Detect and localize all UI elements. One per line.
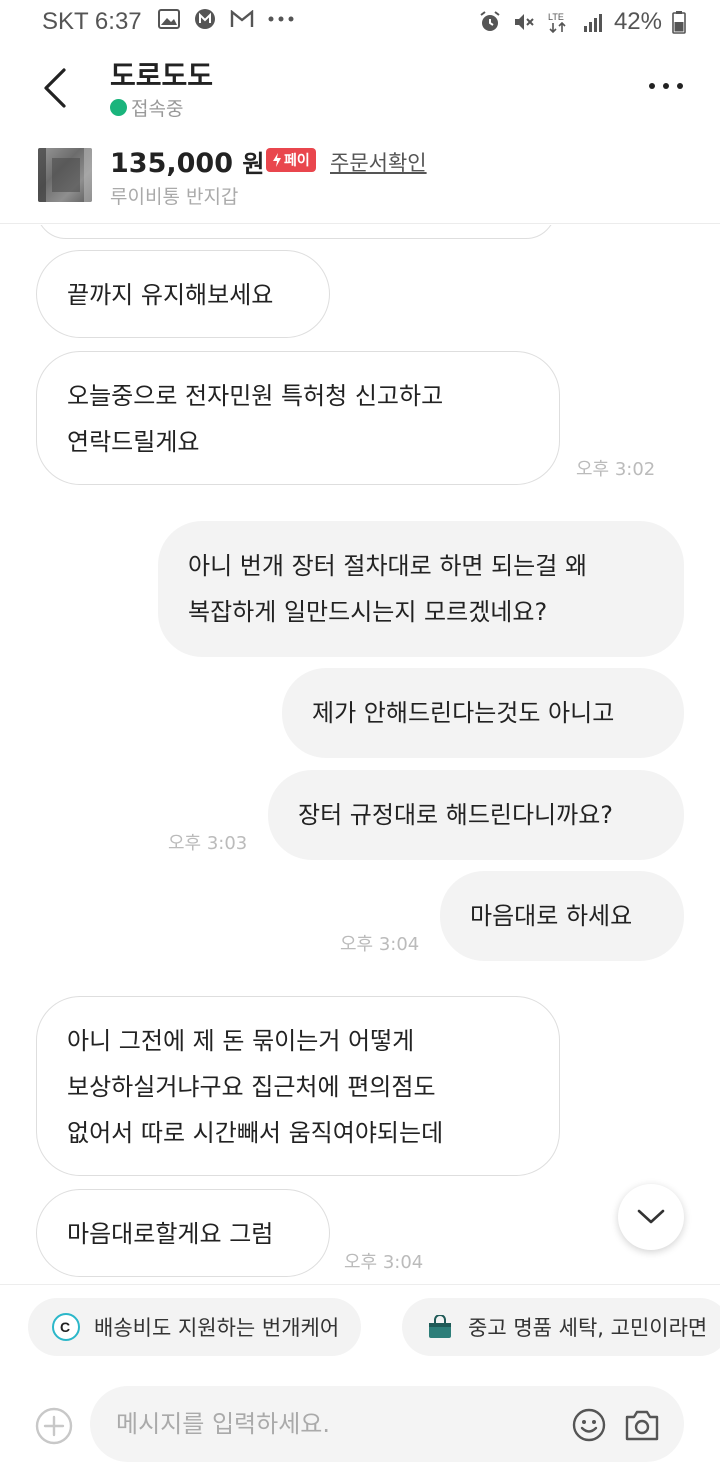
message-text: 없어서 따로 시간빼서 움직여야되는데	[67, 1119, 444, 1147]
product-name: 루이비통 반지갑	[110, 186, 239, 208]
camera-icon	[625, 1410, 659, 1441]
chat-message-list[interactable]: 끝까지 유지해보세요 오늘중으로 전자민원 특허청 신고하고 연락드릴게요 오후…	[0, 225, 720, 1285]
chat-partner-name[interactable]: 도로도도	[110, 54, 213, 94]
message-time: 오후 3:02	[576, 459, 656, 480]
message-bubble-received[interactable]: 아니 그전에 제 돈 묶이는거 어떻게 보상하실거냐구요 집근처에 편의점도 없…	[36, 996, 560, 1176]
svg-text:LTE: LTE	[548, 12, 564, 22]
status-right-icons: LTE 42%	[478, 8, 686, 36]
message-text: 복잡하게 일만드시는지 모르겠네요?	[188, 598, 548, 626]
chip-bungae-care[interactable]: C 배송비도 지원하는 번개케어	[28, 1298, 362, 1356]
price-value: 135,000	[110, 148, 233, 179]
status-left-icons	[158, 8, 294, 30]
signal-icon	[583, 14, 602, 32]
message-bubble-sent[interactable]: 마음대로 하세요	[440, 871, 684, 961]
message-bubble-received[interactable]: 마음대로할게요 그럼	[36, 1189, 330, 1277]
battery-label: 42%	[613, 8, 662, 35]
message-input[interactable]	[116, 1386, 556, 1462]
message-bubble-sent[interactable]: 제가 안해드린다는것도 아니고	[282, 668, 684, 758]
message-text: 아니 그전에 제 돈 묶이는거 어떻게	[67, 1027, 415, 1055]
pay-badge: 페이	[266, 148, 316, 172]
message-bubble-sent[interactable]: 장터 규정대로 해드린다니까요?	[268, 770, 684, 860]
message-bubble-sent[interactable]: 아니 번개 장터 절차대로 하면 되는걸 왜 복잡하게 일만드시는지 모르겠네요…	[158, 521, 684, 657]
chevron-left-icon	[44, 68, 66, 108]
lte-signal-icon: LTE	[548, 12, 566, 34]
message-text: 마음대로 하세요	[470, 902, 633, 930]
shopping-bag-icon	[426, 1313, 454, 1341]
emoji-button[interactable]	[572, 1408, 606, 1442]
scroll-to-bottom-button[interactable]	[618, 1184, 684, 1250]
alarm-icon	[480, 11, 500, 31]
more-options-button[interactable]	[646, 76, 686, 96]
message-bubble-partial	[36, 225, 556, 239]
message-text: 마음대로할게요 그럼	[67, 1220, 274, 1248]
pay-badge-label: 페이	[284, 153, 310, 169]
online-status-label: 접속중	[131, 98, 184, 120]
more-dots-icon	[649, 83, 683, 89]
chip-label: 배송비도 지원하는 번개케어	[94, 1316, 340, 1340]
message-time: 오후 3:03	[168, 833, 248, 854]
message-text: 보상하실거냐구요 집근처에 편의점도	[67, 1073, 436, 1101]
battery-icon	[672, 11, 686, 34]
mute-icon	[514, 14, 534, 30]
gallery-icon	[158, 9, 180, 29]
status-bar: SKT 6:37 LTE 42%	[0, 0, 720, 46]
m-circle-icon	[195, 9, 215, 29]
chevron-down-icon	[637, 1209, 665, 1224]
message-bubble-received[interactable]: 오늘중으로 전자민원 특허청 신고하고 연락드릴게요	[36, 351, 560, 485]
product-image-pattern	[38, 148, 92, 202]
chip-luxury-cleaning[interactable]: 중고 명품 세탁, 고민이라면	[402, 1298, 720, 1356]
add-attachment-button[interactable]	[34, 1406, 74, 1446]
order-confirm-link[interactable]: 주문서확인	[330, 147, 427, 177]
product-summary[interactable]: 135,000 원 페이 주문서확인 루이비통 반지갑	[0, 134, 720, 224]
back-button[interactable]	[36, 66, 76, 110]
clock-label: 6:37	[94, 8, 142, 35]
message-text: 끝까지 유지해보세요	[67, 281, 274, 309]
svg-text:C: C	[60, 1319, 70, 1335]
online-status: 접속중	[110, 94, 183, 121]
more-notifications-icon	[268, 16, 294, 22]
chat-header: 도로도도 접속중	[0, 46, 720, 130]
smiley-icon	[572, 1408, 606, 1442]
plus-circle-icon	[35, 1407, 73, 1445]
lightning-icon	[273, 153, 281, 167]
message-text: 연락드릴게요	[67, 428, 200, 456]
suggestion-chips: C 배송비도 지원하는 번개케어 중고 명품 세탁, 고민이라면	[0, 1284, 720, 1368]
product-thumbnail[interactable]	[38, 148, 92, 202]
product-price: 135,000 원	[110, 144, 264, 179]
message-time: 오후 3:04	[340, 934, 420, 955]
carrier-label: SKT	[42, 8, 89, 35]
message-text: 아니 번개 장터 절차대로 하면 되는걸 왜	[188, 552, 588, 580]
message-time: 오후 3:04	[344, 1252, 424, 1273]
chip-label: 중고 명품 세탁, 고민이라면	[468, 1316, 708, 1340]
message-text: 장터 규정대로 해드린다니까요?	[298, 801, 614, 829]
price-currency: 원	[242, 150, 265, 178]
camera-button[interactable]	[624, 1408, 660, 1442]
bungae-care-icon: C	[52, 1313, 80, 1341]
online-dot-icon	[110, 99, 127, 116]
gmail-icon	[230, 10, 254, 27]
message-text: 제가 안해드린다는것도 아니고	[312, 699, 615, 727]
status-carrier-time: SKT 6:37	[42, 8, 142, 36]
message-input-bar	[0, 1368, 720, 1480]
message-text: 오늘중으로 전자민원 특허청 신고하고	[67, 382, 444, 410]
message-bubble-received[interactable]: 끝까지 유지해보세요	[36, 250, 330, 338]
